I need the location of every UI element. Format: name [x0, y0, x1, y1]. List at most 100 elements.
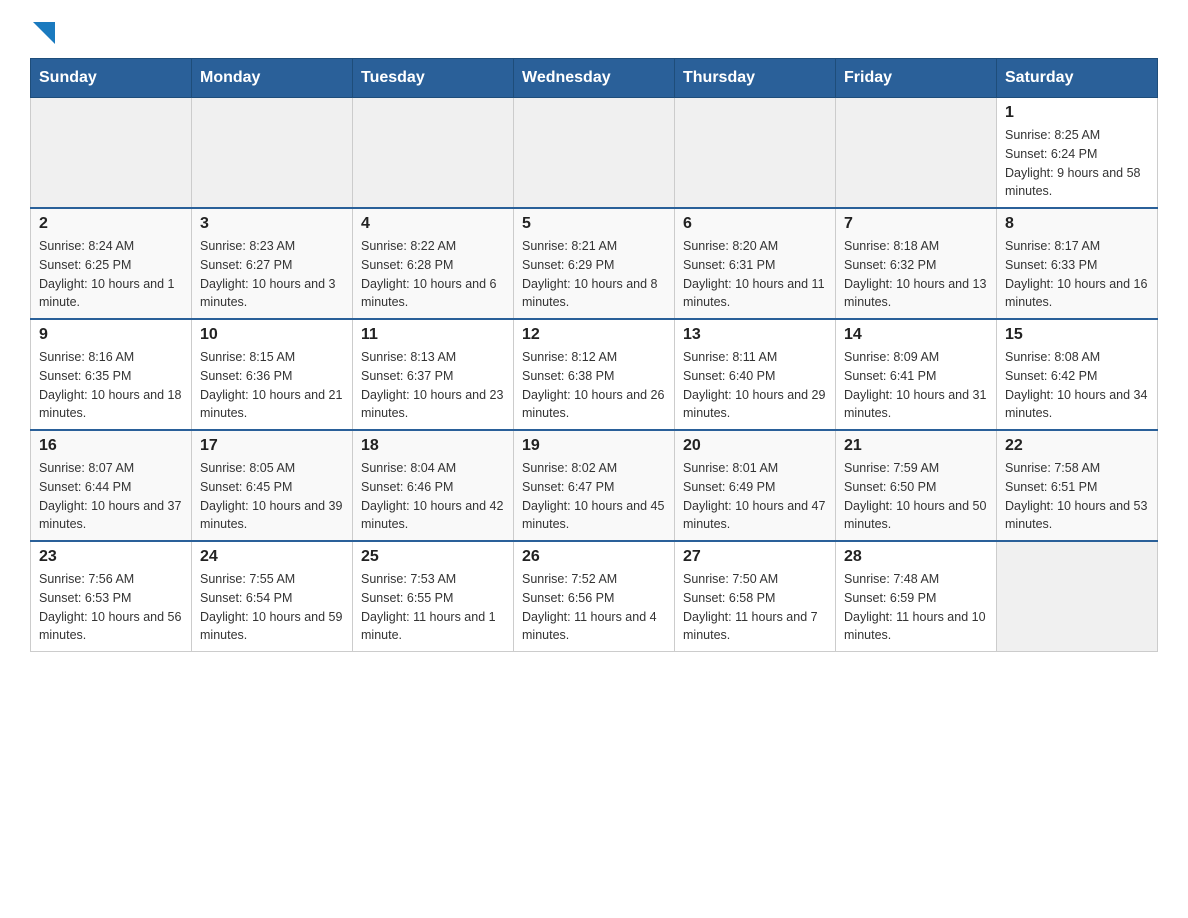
calendar-day-cell: 22 Sunrise: 7:58 AMSunset: 6:51 PMDayligh…	[997, 430, 1158, 541]
day-number: 25	[361, 548, 505, 566]
day-info: Sunrise: 8:16 AMSunset: 6:35 PMDaylight:…	[39, 348, 183, 423]
weekday-header-tuesday: Tuesday	[353, 59, 514, 98]
calendar-day-cell	[192, 98, 353, 209]
day-number: 17	[200, 437, 344, 455]
day-info: Sunrise: 8:13 AMSunset: 6:37 PMDaylight:…	[361, 348, 505, 423]
day-info: Sunrise: 8:23 AMSunset: 6:27 PMDaylight:…	[200, 237, 344, 312]
day-info: Sunrise: 8:21 AMSunset: 6:29 PMDaylight:…	[522, 237, 666, 312]
calendar-day-cell: 6Sunrise: 8:20 AMSunset: 6:31 PMDaylight…	[675, 208, 836, 319]
day-info: Sunrise: 7:58 AMSunset: 6:51 PMDaylight:…	[1005, 459, 1149, 534]
day-number: 3	[200, 215, 344, 233]
day-number: 8	[1005, 215, 1149, 233]
calendar-day-cell: 27 Sunrise: 7:50 AMSunset: 6:58 PMDayligh…	[675, 541, 836, 652]
calendar-week-row: 2Sunrise: 8:24 AMSunset: 6:25 PMDaylight…	[31, 208, 1158, 319]
calendar-day-cell: 11 Sunrise: 8:13 AMSunset: 6:37 PMDayligh…	[353, 319, 514, 430]
calendar-day-cell: 14 Sunrise: 8:09 AMSunset: 6:41 PMDayligh…	[836, 319, 997, 430]
day-number: 1	[1005, 104, 1149, 122]
calendar-table: SundayMondayTuesdayWednesdayThursdayFrid…	[30, 58, 1158, 652]
day-number: 18	[361, 437, 505, 455]
day-info: Sunrise: 8:12 AMSunset: 6:38 PMDaylight:…	[522, 348, 666, 423]
day-info: Sunrise: 8:09 AMSunset: 6:41 PMDaylight:…	[844, 348, 988, 423]
day-info: Sunrise: 8:15 AMSunset: 6:36 PMDaylight:…	[200, 348, 344, 423]
day-info: Sunrise: 8:22 AMSunset: 6:28 PMDaylight:…	[361, 237, 505, 312]
day-number: 20	[683, 437, 827, 455]
day-info: Sunrise: 8:18 AMSunset: 6:32 PMDaylight:…	[844, 237, 988, 312]
day-number: 24	[200, 548, 344, 566]
day-number: 5	[522, 215, 666, 233]
calendar-week-row: 1 Sunrise: 8:25 AMSunset: 6:24 PMDaylight…	[31, 98, 1158, 209]
day-number: 22	[1005, 437, 1149, 455]
day-number: 9	[39, 326, 183, 344]
calendar-day-cell: 7 Sunrise: 8:18 AMSunset: 6:32 PMDaylight…	[836, 208, 997, 319]
weekday-header-row: SundayMondayTuesdayWednesdayThursdayFrid…	[31, 59, 1158, 98]
day-number: 6	[683, 215, 827, 233]
day-number: 14	[844, 326, 988, 344]
day-number: 28	[844, 548, 988, 566]
calendar-day-cell: 4 Sunrise: 8:22 AMSunset: 6:28 PMDaylight…	[353, 208, 514, 319]
day-info: Sunrise: 7:56 AMSunset: 6:53 PMDaylight:…	[39, 570, 183, 645]
calendar-day-cell: 12 Sunrise: 8:12 AMSunset: 6:38 PMDayligh…	[514, 319, 675, 430]
calendar-day-cell: 23 Sunrise: 7:56 AMSunset: 6:53 PMDayligh…	[31, 541, 192, 652]
day-number: 15	[1005, 326, 1149, 344]
calendar-day-cell	[997, 541, 1158, 652]
calendar-day-cell: 13 Sunrise: 8:11 AMSunset: 6:40 PMDayligh…	[675, 319, 836, 430]
day-info: Sunrise: 8:25 AMSunset: 6:24 PMDaylight:…	[1005, 126, 1149, 201]
day-number: 10	[200, 326, 344, 344]
day-number: 16	[39, 437, 183, 455]
day-info: Sunrise: 8:07 AMSunset: 6:44 PMDaylight:…	[39, 459, 183, 534]
calendar-day-cell	[514, 98, 675, 209]
calendar-day-cell: 19 Sunrise: 8:02 AMSunset: 6:47 PMDayligh…	[514, 430, 675, 541]
day-info: Sunrise: 8:17 AMSunset: 6:33 PMDaylight:…	[1005, 237, 1149, 312]
day-info: Sunrise: 8:11 AMSunset: 6:40 PMDaylight:…	[683, 348, 827, 423]
calendar-day-cell: 15Sunrise: 8:08 AMSunset: 6:42 PMDayligh…	[997, 319, 1158, 430]
calendar-week-row: 23 Sunrise: 7:56 AMSunset: 6:53 PMDayligh…	[31, 541, 1158, 652]
day-number: 4	[361, 215, 505, 233]
page-header	[30, 20, 1158, 40]
day-info: Sunrise: 7:59 AMSunset: 6:50 PMDaylight:…	[844, 459, 988, 534]
day-info: Sunrise: 8:04 AMSunset: 6:46 PMDaylight:…	[361, 459, 505, 534]
day-number: 26	[522, 548, 666, 566]
weekday-header-monday: Monday	[192, 59, 353, 98]
calendar-day-cell: 16 Sunrise: 8:07 AMSunset: 6:44 PMDayligh…	[31, 430, 192, 541]
day-number: 19	[522, 437, 666, 455]
calendar-day-cell: 17 Sunrise: 8:05 AMSunset: 6:45 PMDayligh…	[192, 430, 353, 541]
calendar-day-cell: 1 Sunrise: 8:25 AMSunset: 6:24 PMDaylight…	[997, 98, 1158, 209]
day-number: 11	[361, 326, 505, 344]
day-info: Sunrise: 7:50 AMSunset: 6:58 PMDaylight:…	[683, 570, 827, 645]
calendar-day-cell: 9 Sunrise: 8:16 AMSunset: 6:35 PMDaylight…	[31, 319, 192, 430]
logo	[30, 20, 55, 40]
logo-triangle-icon	[33, 22, 55, 44]
day-info: Sunrise: 8:05 AMSunset: 6:45 PMDaylight:…	[200, 459, 344, 534]
weekday-header-thursday: Thursday	[675, 59, 836, 98]
day-number: 27	[683, 548, 827, 566]
calendar-day-cell: 26 Sunrise: 7:52 AMSunset: 6:56 PMDayligh…	[514, 541, 675, 652]
calendar-day-cell: 25 Sunrise: 7:53 AMSunset: 6:55 PMDayligh…	[353, 541, 514, 652]
calendar-day-cell: 24Sunrise: 7:55 AMSunset: 6:54 PMDayligh…	[192, 541, 353, 652]
calendar-day-cell	[675, 98, 836, 209]
day-number: 13	[683, 326, 827, 344]
day-info: Sunrise: 8:02 AMSunset: 6:47 PMDaylight:…	[522, 459, 666, 534]
calendar-day-cell: 3 Sunrise: 8:23 AMSunset: 6:27 PMDaylight…	[192, 208, 353, 319]
day-info: Sunrise: 8:01 AMSunset: 6:49 PMDaylight:…	[683, 459, 827, 534]
calendar-week-row: 16 Sunrise: 8:07 AMSunset: 6:44 PMDayligh…	[31, 430, 1158, 541]
calendar-day-cell	[31, 98, 192, 209]
calendar-day-cell: 28 Sunrise: 7:48 AMSunset: 6:59 PMDayligh…	[836, 541, 997, 652]
day-number: 7	[844, 215, 988, 233]
day-info: Sunrise: 7:48 AMSunset: 6:59 PMDaylight:…	[844, 570, 988, 645]
calendar-day-cell: 10 Sunrise: 8:15 AMSunset: 6:36 PMDayligh…	[192, 319, 353, 430]
day-number: 23	[39, 548, 183, 566]
calendar-day-cell: 8 Sunrise: 8:17 AMSunset: 6:33 PMDaylight…	[997, 208, 1158, 319]
day-info: Sunrise: 7:53 AMSunset: 6:55 PMDaylight:…	[361, 570, 505, 645]
weekday-header-friday: Friday	[836, 59, 997, 98]
day-number: 21	[844, 437, 988, 455]
day-number: 12	[522, 326, 666, 344]
weekday-header-saturday: Saturday	[997, 59, 1158, 98]
day-number: 2	[39, 215, 183, 233]
weekday-header-wednesday: Wednesday	[514, 59, 675, 98]
calendar-day-cell: 20 Sunrise: 8:01 AMSunset: 6:49 PMDayligh…	[675, 430, 836, 541]
day-info: Sunrise: 7:52 AMSunset: 6:56 PMDaylight:…	[522, 570, 666, 645]
weekday-header-sunday: Sunday	[31, 59, 192, 98]
calendar-day-cell: 5 Sunrise: 8:21 AMSunset: 6:29 PMDaylight…	[514, 208, 675, 319]
calendar-day-cell	[836, 98, 997, 209]
calendar-day-cell: 18 Sunrise: 8:04 AMSunset: 6:46 PMDayligh…	[353, 430, 514, 541]
